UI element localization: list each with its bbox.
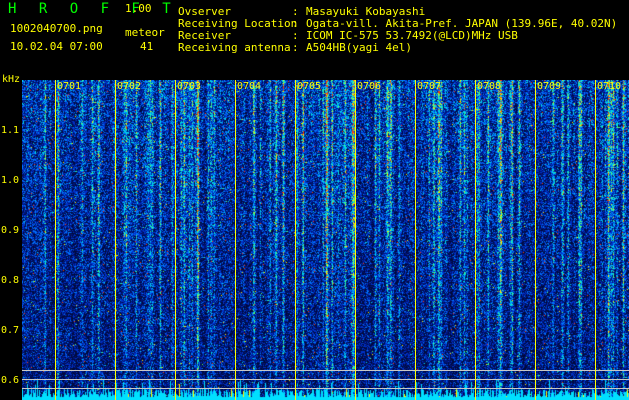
- date-time: 10.02.04 07:00: [10, 40, 103, 53]
- time-tick-label: 0705: [297, 81, 322, 92]
- y-tick-label: 1.0: [1, 175, 20, 186]
- time-tick-label: 0709: [537, 81, 562, 92]
- time-tick-label: 0703: [177, 81, 202, 92]
- time-marker-line: [535, 80, 536, 400]
- time-marker-line: [355, 80, 356, 400]
- time-tick-label: 0701: [57, 81, 82, 92]
- reference-line: [22, 388, 629, 389]
- y-axis-unit: kHz: [2, 74, 21, 85]
- y-tick-label: 0.9: [1, 225, 20, 236]
- file-name: 1002040700.png: [10, 22, 103, 35]
- app-title: H R O F F T: [8, 1, 178, 17]
- time-marker-line: [55, 80, 56, 400]
- spectrogram-plot: [22, 80, 629, 400]
- spectrogram-canvas: [22, 80, 629, 400]
- time-marker-line: [115, 80, 116, 400]
- y-tick-label: 0.6: [1, 375, 20, 386]
- time-tick-label: 0710: [597, 81, 622, 92]
- time-marker-line: [295, 80, 296, 400]
- time-tick-label: 0708: [477, 81, 502, 92]
- time-marker-line: [415, 80, 416, 400]
- time-tick-label: 0706: [357, 81, 382, 92]
- time-marker-line: [175, 80, 176, 400]
- y-tick-label: 0.8: [1, 275, 20, 286]
- time-marker-line: [475, 80, 476, 400]
- reference-line: [22, 370, 629, 371]
- time-tick-label: 0702: [117, 81, 142, 92]
- meteor-label: meteor: [125, 26, 165, 39]
- info-key-antenna: Receiving antenna: [178, 41, 291, 54]
- info-sep: :: [292, 41, 299, 54]
- time-tick-label: 0704: [237, 81, 262, 92]
- info-value-antenna: A504HB(yagi 4el): [306, 41, 412, 54]
- reference-line: [22, 379, 629, 380]
- y-tick-label: 0.7: [1, 325, 20, 336]
- meteor-count: 41: [140, 40, 154, 53]
- time-marker-line: [595, 80, 596, 400]
- time-tick-label: 0707: [417, 81, 442, 92]
- y-tick-label: 1.1: [1, 125, 20, 136]
- time-marker-line: [235, 80, 236, 400]
- app-version: 1.00: [125, 2, 152, 15]
